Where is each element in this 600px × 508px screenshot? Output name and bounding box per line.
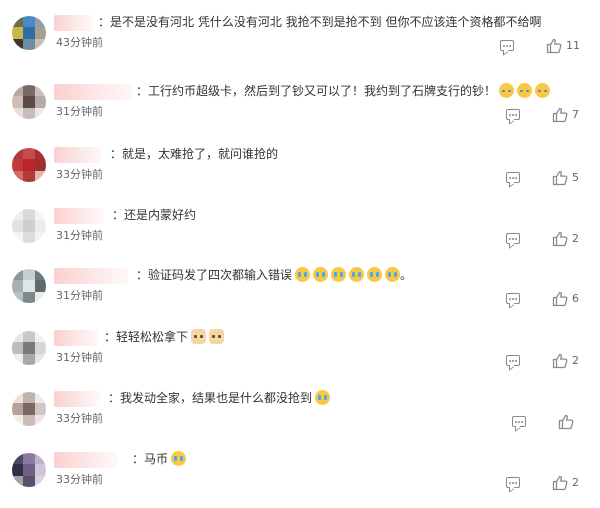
avatar[interactable]: [12, 16, 46, 50]
comment-text: ：就是，太难抢了，就问谁抢的: [110, 144, 278, 164]
thumbs-up-icon: [558, 414, 574, 430]
like-count: 2: [572, 476, 579, 489]
comment-text: ：验证码发了四次都输入错误 。: [136, 265, 412, 285]
crying-face-emoji-icon: [385, 267, 401, 282]
thumbs-up-icon: [552, 291, 568, 307]
avatar[interactable]: [12, 209, 46, 243]
username[interactable]: [54, 330, 98, 346]
username[interactable]: [54, 208, 104, 224]
timestamp: 33分钟前: [56, 412, 103, 425]
comment-text: ：马币: [132, 449, 187, 469]
sweat-face-emoji-icon: [535, 83, 551, 98]
timestamp: 31分钟前: [56, 289, 103, 302]
crying-face-emoji-icon: [331, 267, 347, 282]
reply-icon[interactable]: [506, 477, 520, 488]
comment-item: ：工行约币超级卡，然后到了钞又可以了！我约到了石牌支行的钞！ 31分钟前 7: [0, 75, 600, 137]
comment-text: ：我发动全家，结果也是什么都没抢到: [108, 388, 331, 408]
comment-text: ：还是内蒙好约: [112, 205, 196, 225]
reply-icon[interactable]: [512, 416, 526, 427]
avatar[interactable]: [12, 392, 46, 426]
comment-body: ：工行约币超级卡，然后到了钞又可以了！我约到了石牌支行的钞！: [136, 84, 497, 98]
avatar[interactable]: [12, 453, 46, 487]
crying-face-emoji-icon: [171, 451, 187, 466]
like-count: 5: [572, 171, 579, 184]
timestamp: 31分钟前: [56, 229, 103, 242]
comment-body: ：马币: [132, 452, 169, 466]
sweat-face-emoji-icon: [499, 83, 515, 98]
comment-text: ：是不是没有河北 凭什么没有河北 我抢不到是抢不到 但你不应该连个资格都不给啊: [98, 12, 541, 32]
cat-face-emoji-icon: [191, 329, 207, 344]
timestamp: 33分钟前: [56, 473, 103, 486]
comment-body: ：是不是没有河北 凭什么没有河北 我抢不到是抢不到 但你不应该连个资格都不给啊: [98, 15, 542, 29]
comment-end-mark: 。: [400, 268, 413, 282]
timestamp: 33分钟前: [56, 168, 103, 181]
reply-icon[interactable]: [506, 109, 520, 120]
reply-icon[interactable]: [506, 233, 520, 244]
thumbs-up-icon: [552, 353, 568, 369]
reply-icon[interactable]: [506, 293, 520, 304]
comment-item: ：是不是没有河北 凭什么没有河北 我抢不到是抢不到 但你不应该连个资格都不给啊 4…: [0, 6, 600, 68]
like-count: 11: [566, 39, 580, 52]
comment-text: ：轻轻松松拿下: [104, 327, 225, 347]
avatar[interactable]: [12, 85, 46, 119]
comment-item: ：就是，太难抢了，就问谁抢的 33分钟前 5: [0, 138, 600, 200]
crying-face-emoji-icon: [367, 267, 383, 282]
crying-face-emoji-icon: [313, 267, 329, 282]
reply-icon[interactable]: [506, 172, 520, 183]
username[interactable]: [54, 391, 100, 407]
comment-body: ：轻轻松松拿下: [104, 330, 189, 344]
crying-face-emoji-icon: [315, 390, 331, 405]
sweat-face-emoji-icon: [517, 83, 533, 98]
timestamp: 31分钟前: [56, 105, 103, 118]
like-count: 2: [572, 354, 579, 367]
comment-body: ：验证码发了四次都输入错误: [136, 268, 293, 282]
avatar[interactable]: [12, 331, 46, 365]
timestamp: 31分钟前: [56, 351, 103, 364]
thumbs-up-icon: [546, 38, 562, 54]
crying-face-emoji-icon: [295, 267, 311, 282]
comment-item: ：还是内蒙好约 31分钟前 2: [0, 199, 600, 261]
reply-icon[interactable]: [506, 355, 520, 366]
username[interactable]: [54, 84, 132, 100]
like-count: 6: [572, 292, 579, 305]
reply-icon[interactable]: [500, 40, 514, 51]
avatar[interactable]: [12, 148, 46, 182]
username[interactable]: [54, 147, 102, 163]
avatar[interactable]: [12, 269, 46, 303]
username[interactable]: [54, 452, 118, 468]
username[interactable]: [54, 15, 92, 31]
like-count: 2: [572, 232, 579, 245]
comment-body: ：我发动全家，结果也是什么都没抢到: [108, 391, 313, 405]
comment-body: ：就是，太难抢了，就问谁抢的: [110, 147, 279, 161]
thumbs-up-icon: [552, 231, 568, 247]
comment-feed: ：是不是没有河北 凭什么没有河北 我抢不到是抢不到 但你不应该连个资格都不给啊 4…: [0, 0, 600, 508]
comment-body: ：还是内蒙好约: [112, 208, 197, 222]
crying-face-emoji-icon: [349, 267, 365, 282]
thumbs-up-icon: [552, 107, 568, 123]
comment-item: ：验证码发了四次都输入错误 。 31分钟前 6: [0, 259, 600, 321]
thumbs-up-icon: [552, 170, 568, 186]
thumbs-up-icon: [552, 475, 568, 491]
comment-item: ：我发动全家，结果也是什么都没抢到 33分钟前: [0, 382, 600, 444]
cat-face-emoji-icon: [209, 329, 225, 344]
like-count: 7: [572, 108, 579, 121]
username[interactable]: [54, 268, 128, 284]
timestamp: 43分钟前: [56, 36, 103, 49]
comment-item: ：马币 33分钟前 2: [0, 443, 600, 505]
comment-text: ：工行约币超级卡，然后到了钞又可以了！我约到了石牌支行的钞！: [136, 81, 551, 101]
comment-item: ：轻轻松松拿下 31分钟前 2: [0, 321, 600, 383]
